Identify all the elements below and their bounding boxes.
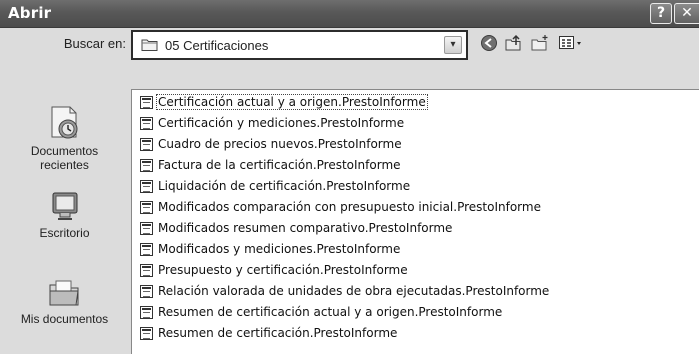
- file-name: Resumen de certificación.PrestoInforme: [158, 326, 398, 340]
- presto-report-file-icon: [140, 306, 153, 319]
- desktop-icon: [48, 192, 82, 226]
- recent-documents-icon: [48, 106, 82, 144]
- place-label-line2: recientes: [40, 158, 89, 172]
- place-label-line1: Documentos: [30, 144, 99, 158]
- presto-report-file-icon: [140, 222, 153, 235]
- presto-report-file-icon: [140, 285, 153, 298]
- place-recent-documents[interactable]: Documentos recientes: [0, 105, 129, 172]
- look-in-dropdown[interactable]: 05 Certificaciones ▾: [131, 30, 468, 60]
- file-name: Modificados comparación con presupuesto …: [158, 200, 541, 214]
- file-name: Relación valorada de unidades de obra ej…: [158, 284, 550, 298]
- presto-report-file-icon: [140, 138, 153, 151]
- back-icon[interactable]: [480, 34, 498, 55]
- file-name: Certificación actual y a origen.PrestoIn…: [156, 94, 428, 110]
- file-name: Resumen de certificación actual y a orig…: [158, 305, 503, 319]
- place-label-line1: Escritorio: [39, 226, 90, 240]
- place-my-documents[interactable]: Mis documentos: [0, 277, 129, 326]
- file-name: Modificados resumen comparativo.PrestoIn…: [158, 221, 453, 235]
- presto-report-file-icon: [140, 243, 153, 256]
- title-bar[interactable]: Abrir ? ✕: [0, 0, 699, 28]
- views-menu-icon[interactable]: [558, 34, 584, 55]
- up-folder-icon[interactable]: [504, 34, 524, 55]
- window-title: Abrir: [8, 4, 52, 22]
- file-name: Presupuesto y certificación.PrestoInform…: [158, 263, 408, 277]
- file-name: Liquidación de certificación.PrestoInfor…: [158, 179, 411, 193]
- file-name: Cuadro de precios nuevos.PrestoInforme: [158, 137, 402, 151]
- presto-report-file-icon: [140, 201, 153, 214]
- presto-report-file-icon: [140, 159, 153, 172]
- presto-report-file-icon: [140, 264, 153, 277]
- my-documents-icon: [47, 280, 83, 312]
- places-bar: Documentos recientes Escritorio Mis docu…: [0, 89, 129, 354]
- folder-icon: [141, 38, 159, 55]
- place-desktop[interactable]: Escritorio: [0, 189, 129, 240]
- close-button[interactable]: ✕: [674, 3, 699, 24]
- look-in-label: Buscar en:: [63, 36, 126, 51]
- look-in-value: 05 Certificaciones: [165, 38, 269, 53]
- file-name: Factura de la certificación.PrestoInform…: [158, 158, 401, 172]
- chevron-down-icon[interactable]: ▾: [444, 36, 462, 54]
- presto-report-file-icon: [140, 180, 153, 193]
- place-label-line1: Mis documentos: [20, 312, 109, 326]
- file-name: Modificados y mediciones.PrestoInforme: [158, 242, 401, 256]
- new-folder-icon[interactable]: [530, 34, 550, 55]
- help-button[interactable]: ?: [650, 3, 672, 24]
- presto-report-file-icon: [140, 117, 153, 130]
- presto-report-file-icon: [140, 327, 153, 340]
- file-name: Certificación y mediciones.PrestoInforme: [158, 116, 405, 130]
- file-list[interactable]: Certificación actual y a origen.PrestoIn…: [131, 89, 699, 354]
- presto-report-file-icon: [140, 96, 153, 109]
